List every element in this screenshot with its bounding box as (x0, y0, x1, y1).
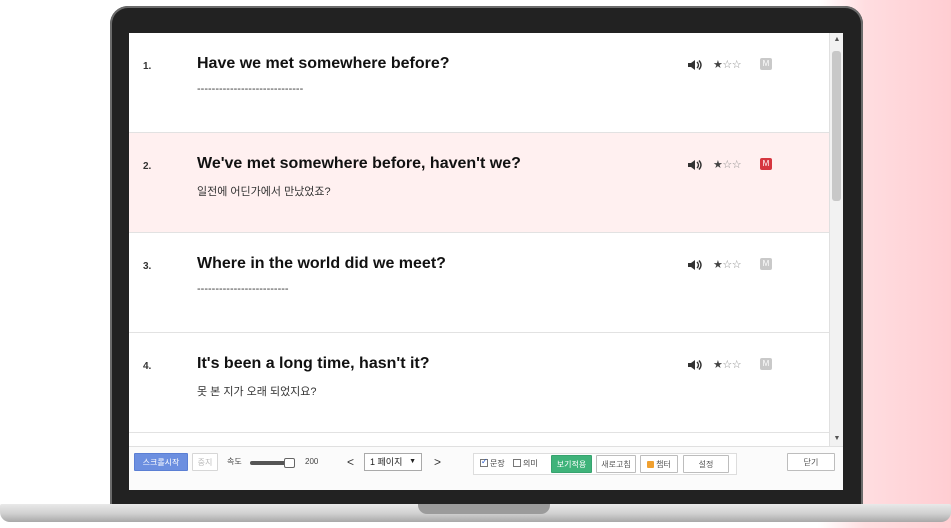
scroll-start-button[interactable]: 스크롤시작 (134, 453, 188, 471)
difficulty-stars-icon[interactable]: ★☆☆ (713, 358, 742, 371)
row-number: 1. (143, 61, 152, 72)
speaker-icon[interactable] (687, 358, 705, 372)
memorize-mark-icon[interactable]: M (760, 258, 772, 270)
sentence-list: 1. Have we met somewhere before? ---------… (129, 33, 829, 446)
apply-view-button[interactable]: 보기적용 (551, 455, 592, 473)
speed-label: 속도 (227, 457, 242, 466)
english-sentence: It's been a long time, hasn't it? (197, 355, 430, 372)
bottom-toolbar: 스크롤시작 중지 속도 200 < 1 페이지 ▼ > 문장 의미 보기적용 새… (129, 446, 843, 490)
scroll-down-arrow-icon[interactable]: ▼ (830, 432, 843, 446)
prev-page-button[interactable]: < (347, 455, 354, 469)
stop-button[interactable]: 중지 (192, 453, 218, 471)
korean-meaning: 못 본 지가 오래 되었지요? (197, 386, 317, 398)
refresh-button[interactable]: 새로고침 (596, 455, 636, 473)
star-filled-icon: ★ (713, 259, 723, 271)
speaker-icon[interactable] (687, 58, 705, 72)
memorize-mark-icon[interactable]: M (760, 358, 772, 370)
scrollbar-thumb[interactable] (832, 51, 841, 201)
sentence-row[interactable]: 3. Where in the world did we meet? -------… (129, 233, 829, 333)
korean-meaning: 일전에 어딘가에서 만났었죠? (197, 186, 331, 198)
difficulty-stars-icon[interactable]: ★☆☆ (713, 258, 742, 271)
chapter-label: 챕터 (656, 460, 671, 469)
difficulty-stars-icon[interactable]: ★☆☆ (713, 158, 742, 171)
sentence-row[interactable]: 1. Have we met somewhere before? ---------… (129, 33, 829, 133)
meaning-checkbox-label: 의미 (523, 459, 538, 468)
view-options-panel: 문장 의미 보기적용 새로고침 챕터 설정 (473, 453, 737, 475)
scroll-up-arrow-icon[interactable]: ▲ (830, 33, 843, 47)
app-window: 1. Have we met somewhere before? ---------… (129, 33, 843, 490)
page-select-value: 1 페이지 (370, 457, 403, 467)
star-empty-icon: ☆☆ (722, 159, 742, 171)
chapter-button[interactable]: 챕터 (640, 455, 678, 473)
speed-slider[interactable] (250, 458, 295, 468)
korean-meaning: ----------------------------- (197, 83, 304, 95)
row-number: 2. (143, 161, 152, 172)
memorize-mark-icon[interactable]: M (760, 158, 772, 170)
row-number: 4. (143, 361, 152, 372)
english-sentence: Have we met somewhere before? (197, 55, 450, 72)
close-button[interactable]: 닫기 (787, 453, 835, 471)
row-number: 3. (143, 261, 152, 272)
meaning-checkbox[interactable] (513, 459, 521, 467)
settings-button[interactable]: 설정 (683, 455, 729, 473)
speed-value: 200 (305, 457, 319, 466)
star-filled-icon: ★ (713, 159, 723, 171)
sentence-checkbox-label: 문장 (490, 459, 505, 468)
speaker-icon[interactable] (687, 158, 705, 172)
sentence-checkbox[interactable] (480, 457, 488, 467)
star-empty-icon: ☆☆ (722, 359, 742, 371)
english-sentence: We've met somewhere before, haven't we? (197, 155, 521, 172)
english-sentence: Where in the world did we meet? (197, 255, 446, 272)
sentence-row[interactable]: 2. We've met somewhere before, haven't we… (129, 133, 829, 233)
laptop-notch (418, 504, 550, 514)
speaker-icon[interactable] (687, 258, 705, 272)
speed-slider-handle[interactable] (284, 458, 295, 468)
star-empty-icon: ☆☆ (722, 259, 742, 271)
korean-meaning: ------------------------- (197, 283, 289, 295)
sentence-row[interactable]: 4. It's been a long time, hasn't it? 못 본 지… (129, 333, 829, 433)
memorize-mark-icon[interactable]: M (760, 58, 772, 70)
star-filled-icon: ★ (713, 59, 723, 71)
star-empty-icon: ☆☆ (722, 59, 742, 71)
dropdown-caret-icon: ▼ (409, 458, 416, 465)
next-page-button[interactable]: > (434, 455, 441, 469)
scrollbar[interactable]: ▲ ▼ (829, 33, 843, 446)
page-select[interactable]: 1 페이지 ▼ (364, 453, 422, 471)
star-filled-icon: ★ (713, 359, 723, 371)
difficulty-stars-icon[interactable]: ★☆☆ (713, 58, 742, 71)
chapter-icon (647, 461, 655, 468)
